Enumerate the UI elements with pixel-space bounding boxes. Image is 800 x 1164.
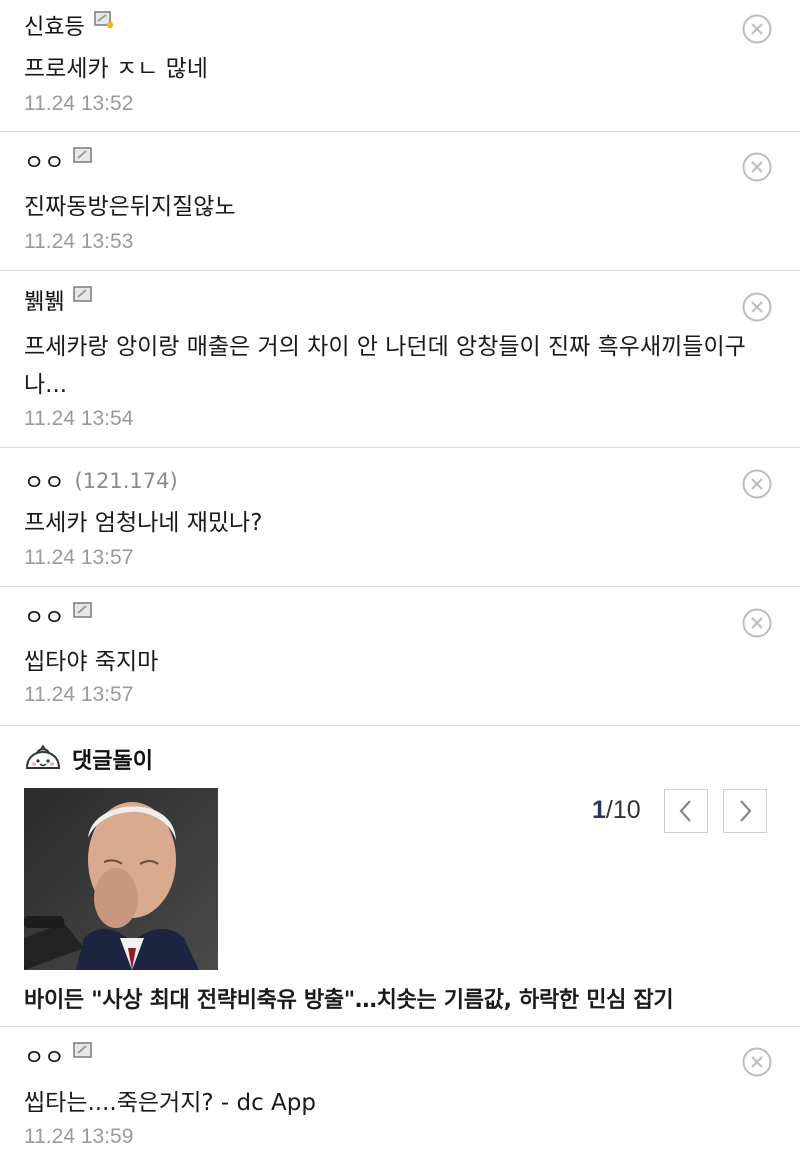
gallery-member-icon xyxy=(93,11,113,29)
comment-date: 11.24 13:57 xyxy=(24,546,134,569)
comment-nick[interactable]: 신효등 xyxy=(24,9,85,41)
comment-text: 씹타는....죽은거지? - dc App xyxy=(24,1090,316,1116)
gallery-member-icon xyxy=(73,286,93,302)
comment-item: ㅇㅇ 진짜동방은뒤지질않노 11.24 13:53 xyxy=(0,132,800,271)
comment-item: ㅇㅇ 씹타는....죽은거지? - dc App 11.24 13:59 xyxy=(0,1027,800,1164)
delete-circle-x-icon[interactable] xyxy=(742,469,772,499)
comment-nick[interactable]: ㅇㅇ xyxy=(24,145,64,177)
delete-circle-x-icon[interactable] xyxy=(742,152,772,182)
comment-bot-title: 댓글돌이 xyxy=(72,749,153,774)
delete-circle-x-icon[interactable] xyxy=(742,608,772,638)
delete-circle-x-icon[interactable] xyxy=(742,14,772,44)
chevron-right-icon xyxy=(740,800,752,822)
delete-circle-x-icon[interactable] xyxy=(742,292,772,322)
news-photo xyxy=(24,788,218,970)
comment-author[interactable]: ㅇㅇ xyxy=(24,601,93,631)
comment-date: 11.24 13:53 xyxy=(24,230,134,253)
prev-news-button[interactable] xyxy=(664,789,708,833)
comment-text: 프로세카 ㅈㄴ 많네 xyxy=(24,56,208,82)
delete-circle-x-icon[interactable] xyxy=(742,1047,772,1077)
comment-text: 프세카 엄청나네 재밌나? xyxy=(24,510,263,536)
comment-date: 11.24 13:54 xyxy=(24,407,134,430)
comment-item: ㅇㅇ 씹타야 죽지마 11.24 13:57 xyxy=(0,587,800,726)
comment-bot-header: 댓글돌이 xyxy=(24,744,153,774)
comment-author[interactable]: ㅇㅇ (121.174) xyxy=(24,466,178,496)
comment-nick[interactable]: 뷁뷁 xyxy=(24,284,64,316)
pager-current: 1 xyxy=(592,796,606,824)
comment-date: 11.24 13:52 xyxy=(24,92,134,115)
comment-author[interactable]: ㅇㅇ xyxy=(24,146,93,176)
comment-nick[interactable]: ㅇㅇ xyxy=(24,600,64,632)
comment-item: 신효등 프로세카 ㅈㄴ 많네 11.24 13:52 xyxy=(0,0,800,132)
comment-author[interactable]: 뷁뷁 xyxy=(24,285,93,315)
comment-nick[interactable]: ㅇㅇ xyxy=(24,1040,64,1072)
gallery-member-icon xyxy=(73,147,93,163)
comment-ip: (121.174) xyxy=(74,469,178,493)
comment-date: 11.24 13:57 xyxy=(24,683,134,706)
chevron-left-icon xyxy=(679,800,691,822)
news-headline[interactable]: 바이든 "사상 최대 전략비축유 방출"…치솟는 기름값, 하락한 민심 잡기 xyxy=(24,982,674,1014)
dumpling-mascot-icon xyxy=(25,744,61,769)
gallery-member-icon xyxy=(73,602,93,618)
news-pager: 1/10 xyxy=(592,796,641,825)
news-thumbnail[interactable] xyxy=(24,788,218,970)
comment-text: 프세카랑 앙이랑 매출은 거의 차이 안 나던데 앙창들이 진짜 흑우새끼들이구… xyxy=(24,334,746,398)
comment-nick[interactable]: ㅇㅇ xyxy=(24,465,64,497)
comment-item: 뷁뷁 프세카랑 앙이랑 매출은 거의 차이 안 나던데 앙창들이 진짜 흑우새끼… xyxy=(0,271,800,448)
comment-text: 씹타야 죽지마 xyxy=(24,649,159,675)
pager-total: /10 xyxy=(605,796,641,824)
comment-item: ㅇㅇ (121.174) 프세카 엄청나네 재밌나? 11.24 13:57 xyxy=(0,448,800,587)
next-news-button[interactable] xyxy=(723,789,767,833)
comment-author[interactable]: ㅇㅇ xyxy=(24,1041,93,1071)
comment-author[interactable]: 신효등 xyxy=(24,10,114,40)
comment-text: 진짜동방은뒤지질않노 xyxy=(24,194,236,220)
comment-date: 11.24 13:59 xyxy=(24,1125,134,1148)
gallery-member-icon xyxy=(73,1042,93,1058)
